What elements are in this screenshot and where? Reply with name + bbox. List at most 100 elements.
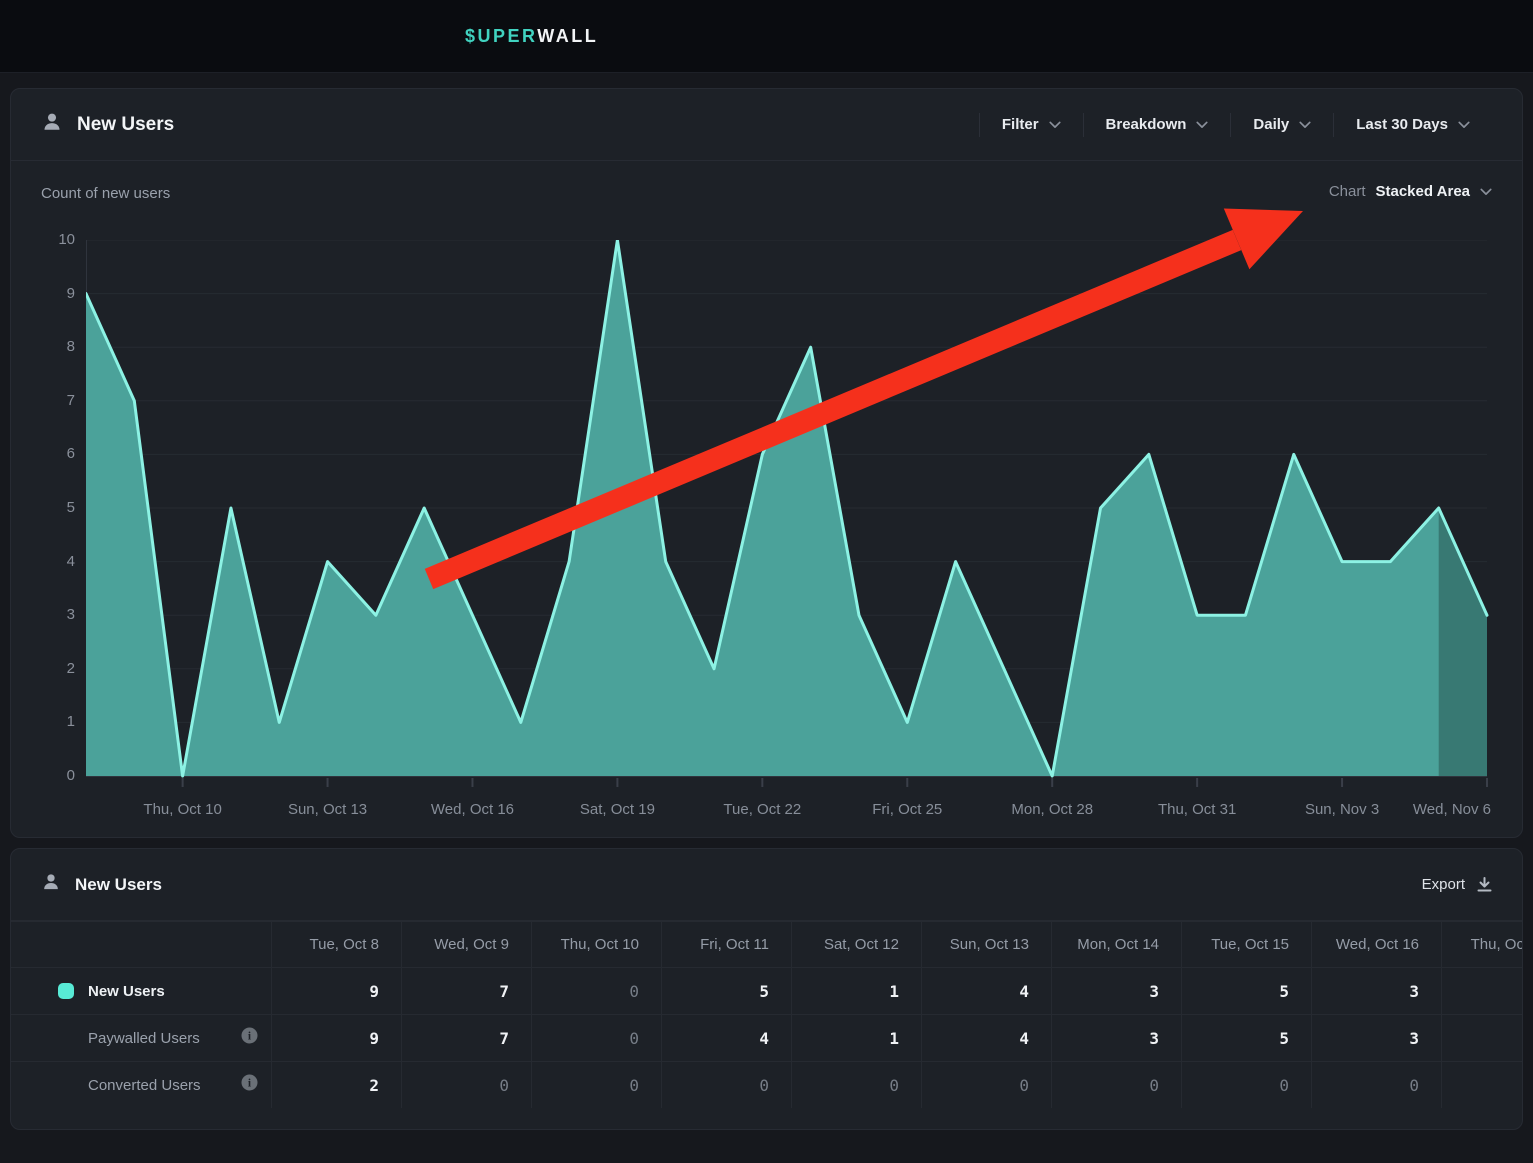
interval-label: Daily <box>1253 116 1289 133</box>
table-panel-title: New Users <box>75 875 162 895</box>
table-cell: 0 <box>661 1062 791 1108</box>
y-axis-tick-label: 9 <box>29 285 75 302</box>
interval-dropdown[interactable]: Daily <box>1231 116 1333 133</box>
table-panel-header: New Users Export <box>11 849 1522 921</box>
filter-label: Filter <box>1002 116 1039 133</box>
chart-type-label: Chart <box>1329 183 1366 200</box>
table-cell: 0 <box>1051 1062 1181 1108</box>
y-axis-tick-label: 3 <box>29 606 75 623</box>
column-header: Fri, Oct 11 <box>661 922 791 967</box>
y-axis-tick-label: 8 <box>29 338 75 355</box>
table-row: Paywalled Usersi970414353 <box>11 1014 1523 1061</box>
date-range-dropdown[interactable]: Last 30 Days <box>1334 116 1492 133</box>
export-button[interactable]: Export <box>1422 876 1492 893</box>
column-header: Tue, Oct 8 <box>271 922 401 967</box>
y-axis-tick-label: 6 <box>29 445 75 462</box>
table-cell: 3 <box>1311 968 1441 1014</box>
x-axis-tick-label: Thu, Oct 31 <box>1158 801 1236 818</box>
table-cell: 0 <box>1181 1062 1311 1108</box>
chart-subtitle: Count of new users <box>41 185 170 202</box>
x-axis-tick-label: Thu, Oct 10 <box>143 801 221 818</box>
table-cell: 7 <box>401 968 531 1014</box>
row-label: Converted Users <box>88 1077 201 1094</box>
table-header-row: Tue, Oct 8Wed, Oct 9Thu, Oct 10Fri, Oct … <box>11 921 1523 967</box>
y-axis-tick-label: 5 <box>29 499 75 516</box>
x-axis-tick-label: Tue, Oct 22 <box>723 801 801 818</box>
chevron-down-icon <box>1049 121 1061 129</box>
y-axis-tick-label: 0 <box>29 767 75 784</box>
table-cell: 4 <box>921 1015 1051 1061</box>
series-color-swatch <box>58 983 74 999</box>
table-cell: 1 <box>791 968 921 1014</box>
table-cell: 9 <box>271 1015 401 1061</box>
chart-type-value: Stacked Area <box>1376 183 1471 200</box>
info-icon[interactable]: i <box>241 1074 258 1096</box>
logo-text-teal: $UPER <box>465 26 537 46</box>
column-header: Thu, Oct 10 <box>531 922 661 967</box>
table-cell: 5 <box>1181 968 1311 1014</box>
table-cell: 4 <box>921 968 1051 1014</box>
x-axis-tick-label: Sun, Nov 3 <box>1305 801 1379 818</box>
chart-controls: Filter Breakdown Daily Last 30 Days <box>979 113 1492 137</box>
table-cell: 0 <box>791 1062 921 1108</box>
person-icon <box>41 111 63 138</box>
table-cell <box>1441 1015 1523 1061</box>
column-header: Thu, Oct 17 <box>1441 922 1523 967</box>
chevron-down-icon <box>1458 121 1470 129</box>
new-users-chart-panel: New Users Filter Breakdown Daily Last 30… <box>10 88 1523 838</box>
table-cell: 0 <box>921 1062 1051 1108</box>
table-cell: 2 <box>271 1062 401 1108</box>
table-row: New Users970514353 <box>11 967 1523 1014</box>
table-cell: 3 <box>1051 968 1181 1014</box>
chart-panel-header: New Users Filter Breakdown Daily Last 30… <box>11 89 1522 161</box>
breakdown-dropdown[interactable]: Breakdown <box>1084 116 1231 133</box>
x-axis-tick-label: Fri, Oct 25 <box>872 801 942 818</box>
data-table: Tue, Oct 8Wed, Oct 9Thu, Oct 10Fri, Oct … <box>11 921 1523 1108</box>
row-label: New Users <box>88 983 165 1000</box>
person-icon <box>41 872 61 897</box>
chevron-down-icon <box>1196 121 1208 129</box>
table-cell: 0 <box>1311 1062 1441 1108</box>
column-header: Mon, Oct 14 <box>1051 922 1181 967</box>
x-axis-tick-label: Sat, Oct 19 <box>580 801 655 818</box>
new-users-table-panel: New Users Export Tue, Oct 8Wed, Oct 9Thu… <box>10 848 1523 1130</box>
table-cell: 0 <box>531 1015 661 1061</box>
x-axis-tick-label: Sun, Oct 13 <box>288 801 367 818</box>
y-axis-tick-label: 4 <box>29 553 75 570</box>
y-axis-tick-label: 10 <box>29 231 75 248</box>
y-axis-tick-label: 2 <box>29 660 75 677</box>
top-navigation-bar: $UPERWALL <box>0 0 1533 73</box>
table-cell: 0 <box>401 1062 531 1108</box>
x-axis-tick-label: Mon, Oct 28 <box>1011 801 1093 818</box>
table-cell <box>1441 968 1523 1014</box>
table-cell: 7 <box>401 1015 531 1061</box>
row-label: Paywalled Users <box>88 1030 200 1047</box>
date-range-label: Last 30 Days <box>1356 116 1448 133</box>
table-cell: 5 <box>1181 1015 1311 1061</box>
chart-panel-title: New Users <box>77 114 174 136</box>
chevron-down-icon <box>1299 121 1311 129</box>
area-chart <box>86 240 1489 788</box>
download-icon <box>1477 877 1492 893</box>
table-cell <box>1441 1062 1523 1108</box>
chevron-down-icon <box>1480 188 1492 196</box>
table-cell: 4 <box>661 1015 791 1061</box>
export-label: Export <box>1422 876 1465 893</box>
y-axis-tick-label: 1 <box>29 713 75 730</box>
filter-dropdown[interactable]: Filter <box>980 116 1083 133</box>
table-cell: 0 <box>531 968 661 1014</box>
table-cell: 3 <box>1051 1015 1181 1061</box>
x-axis-tick-label: Wed, Oct 16 <box>431 801 514 818</box>
column-header: Sat, Oct 12 <box>791 922 921 967</box>
table-row: Converted Usersi200000000 <box>11 1061 1523 1108</box>
info-icon[interactable]: i <box>241 1027 258 1049</box>
table-cell: 1 <box>791 1015 921 1061</box>
column-header: Wed, Oct 9 <box>401 922 531 967</box>
logo-text-white: WALL <box>537 26 598 46</box>
x-axis-tick-label: Wed, Nov 6 <box>1413 801 1491 818</box>
table-cell: 0 <box>531 1062 661 1108</box>
superwall-logo: $UPERWALL <box>465 26 598 47</box>
breakdown-label: Breakdown <box>1106 116 1187 133</box>
column-header: Tue, Oct 15 <box>1181 922 1311 967</box>
chart-type-dropdown[interactable]: Chart Stacked Area <box>1329 183 1492 200</box>
